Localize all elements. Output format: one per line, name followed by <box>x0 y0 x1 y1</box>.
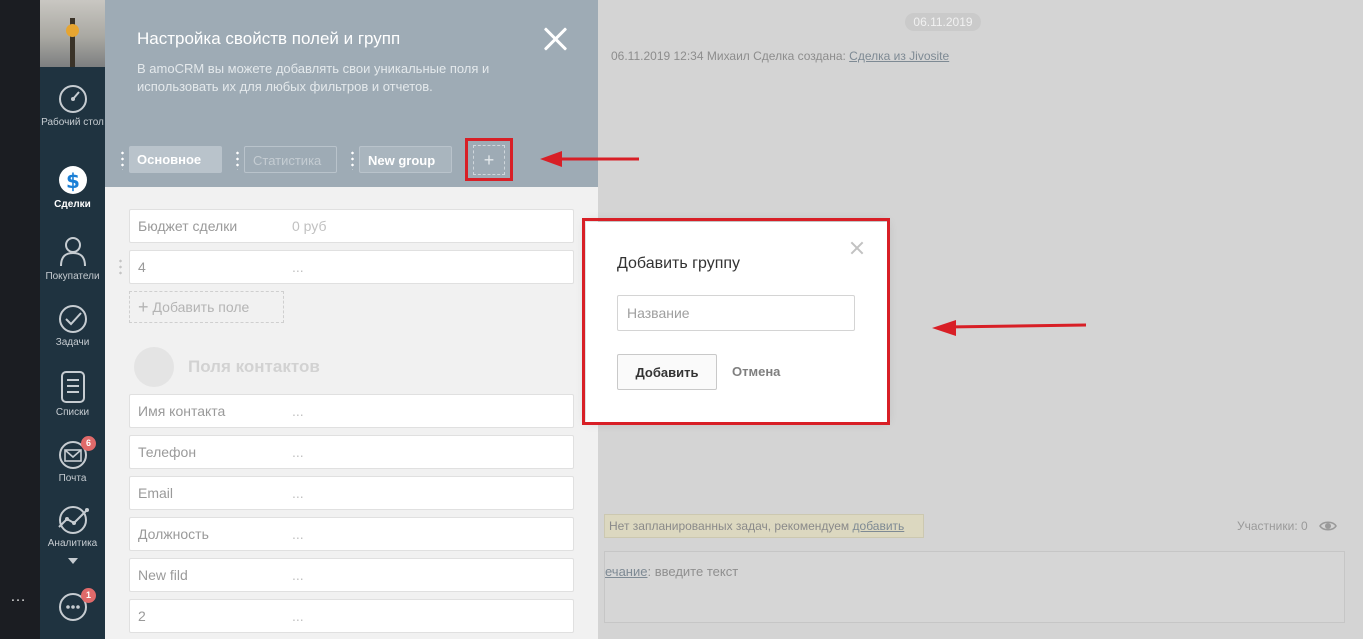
sidebar-item-tasks[interactable]: Задачи <box>40 304 105 349</box>
chat-badge: 1 <box>81 588 96 603</box>
add-field-label: Добавить поле <box>152 299 250 315</box>
date-pill: 06.11.2019 <box>905 13 981 31</box>
field-row[interactable]: Телефон ... <box>129 435 574 469</box>
sidebar-item-label: Списки <box>55 407 90 418</box>
plus-icon: + <box>138 297 149 317</box>
add-task-link[interactable]: добавить <box>853 519 905 533</box>
customers-icon <box>59 237 86 267</box>
field-row[interactable]: 4 ... <box>129 250 574 284</box>
field-name: 2 <box>138 608 146 624</box>
panel-title: Настройка свойств полей и групп <box>137 29 401 48</box>
sidebar-item-label: Сделки <box>54 199 91 210</box>
modal-title: Добавить группу <box>617 255 741 272</box>
drag-handle-icon[interactable] <box>119 258 122 276</box>
field-name: New fild <box>138 567 188 583</box>
group-name-input[interactable] <box>617 295 855 331</box>
sidebar: Рабочий стол $ Сделки Покупатели Задачи … <box>40 0 105 639</box>
annotation-arrow-icon <box>540 151 639 167</box>
eye-icon[interactable] <box>1319 517 1337 535</box>
close-icon[interactable] <box>541 24 571 54</box>
field-value: ... <box>292 259 304 275</box>
tab-new-group[interactable]: New group <box>359 146 452 173</box>
contacts-section-title: Поля контактов <box>188 357 320 376</box>
field-value: ... <box>292 444 304 460</box>
more-dots-icon[interactable]: … <box>10 588 27 606</box>
sidebar-item-analytics[interactable]: Аналитика <box>40 505 105 550</box>
annotation-arrow-icon <box>932 320 1087 336</box>
sidebar-item-label: Почта <box>58 473 87 484</box>
field-value: 0 руб <box>292 218 327 234</box>
activity-log-entry: 06.11.2019 12:34 Михаил Сделка создана: … <box>611 49 949 63</box>
field-name: Имя контакта <box>138 403 226 419</box>
fields-settings-panel: Настройка свойств полей и групп В amoCRM… <box>105 0 598 639</box>
field-row[interactable]: Email ... <box>129 476 574 510</box>
add-button[interactable]: Добавить <box>617 354 717 390</box>
panel-subtitle: В amoCRM вы можете добавлять свои уникал… <box>137 61 490 94</box>
analytics-icon <box>57 506 89 534</box>
drag-handle-icon[interactable] <box>121 150 124 170</box>
svg-text:$: $ <box>66 169 80 193</box>
field-name: Должность <box>138 526 209 542</box>
sidebar-item-customers[interactable]: Покупатели <box>40 234 105 283</box>
add-field-button[interactable]: + Добавить поле <box>129 291 284 323</box>
sidebar-item-deals[interactable]: $ Сделки <box>40 163 105 211</box>
field-value: ... <box>292 567 304 583</box>
sidebar-item-chat[interactable]: 1 <box>40 588 105 625</box>
participants-count: Участники: 0 <box>1237 519 1308 533</box>
sidebar-item-mail[interactable]: Почта 6 <box>40 436 105 485</box>
contact-avatar-icon <box>134 347 174 387</box>
log-link[interactable]: Сделка из Jivosite <box>849 49 949 63</box>
sidebar-item-dashboard[interactable]: Рабочий стол <box>40 84 105 129</box>
cancel-button[interactable]: Отмена <box>732 364 780 379</box>
dashboard-icon <box>58 85 87 113</box>
tasks-text: Нет запланированных задач, рекомендуем <box>609 519 853 533</box>
drag-handle-icon[interactable] <box>236 150 239 170</box>
field-value: ... <box>292 485 304 501</box>
panel-header: Настройка свойств полей и групп В amoCRM… <box>105 0 598 187</box>
tasks-notice: Нет запланированных задач, рекомендуем д… <box>604 514 924 538</box>
sidebar-item-label: Рабочий стол <box>41 117 104 128</box>
field-value: ... <box>292 403 304 419</box>
field-row[interactable]: Имя контакта ... <box>129 394 574 428</box>
field-value: ... <box>292 526 304 542</box>
note-link[interactable]: ечание <box>605 564 647 579</box>
log-text: 06.11.2019 12:34 Михаил Сделка создана: <box>611 49 850 63</box>
tab-main[interactable]: Основное <box>129 146 222 173</box>
chevron-down-icon[interactable] <box>68 558 78 564</box>
tab-statistics[interactable]: Статистика <box>244 146 337 173</box>
field-row[interactable]: Должность ... <box>129 517 574 551</box>
field-row[interactable]: New fild ... <box>129 558 574 592</box>
note-placeholder: : введите текст <box>647 564 739 579</box>
annotation-highlight-box <box>465 138 513 181</box>
sidebar-item-lists[interactable]: Списки <box>40 370 105 419</box>
drag-handle-icon[interactable] <box>351 150 354 170</box>
field-name: 4 <box>138 259 146 275</box>
field-row[interactable]: Бюджет сделки 0 руб <box>129 209 574 243</box>
field-row[interactable]: 2 ... <box>129 599 574 633</box>
deals-icon: $ <box>58 166 87 194</box>
tasks-icon <box>58 305 87 333</box>
sidebar-item-label: Аналитика <box>47 538 98 549</box>
sidebar-item-label: Покупатели <box>45 271 100 282</box>
field-name: Email <box>138 485 174 501</box>
sidebar-item-label: Задачи <box>55 337 90 348</box>
add-group-modal: Добавить группу Добавить Отмена <box>586 222 887 422</box>
close-icon[interactable] <box>850 241 864 255</box>
note-input[interactable]: ечание: введите текст <box>604 551 1345 623</box>
field-name: Бюджет сделки <box>138 218 238 234</box>
field-value: ... <box>292 608 304 624</box>
avatar[interactable] <box>40 0 105 67</box>
lists-icon <box>60 371 85 403</box>
field-name: Телефон <box>138 444 197 460</box>
mail-badge: 6 <box>81 436 96 451</box>
left-edge-strip: … <box>0 0 40 639</box>
